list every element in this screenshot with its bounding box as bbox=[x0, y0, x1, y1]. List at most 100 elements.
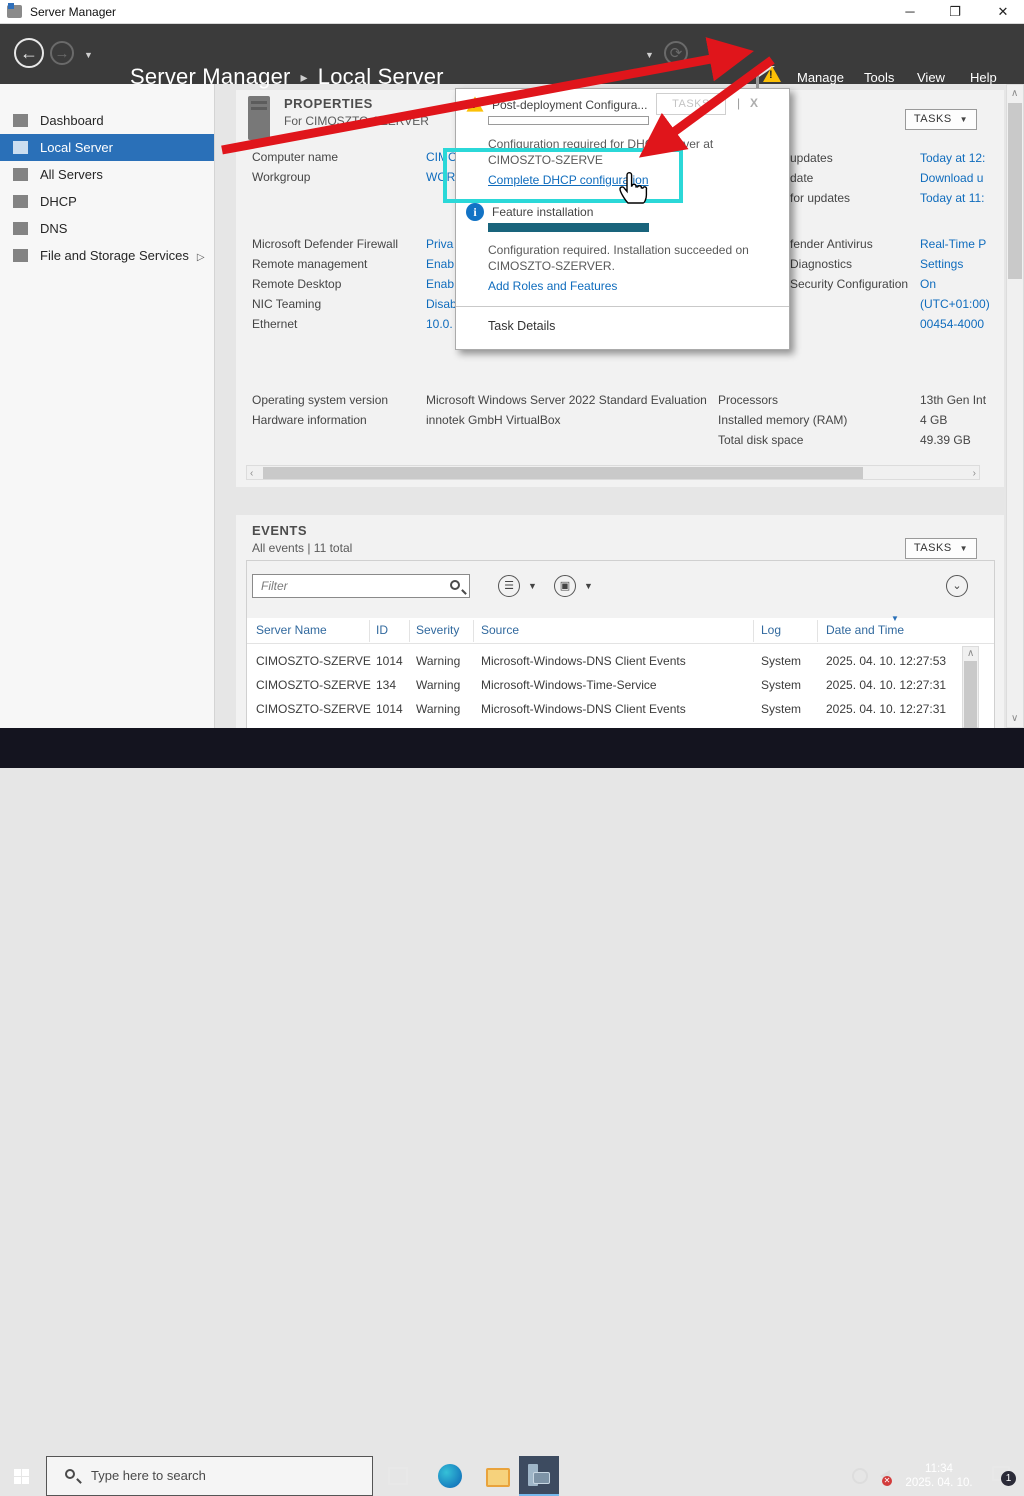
history-dropdown-icon[interactable]: ▼ bbox=[84, 50, 93, 60]
restore-button[interactable]: ❐ bbox=[940, 2, 970, 22]
column-header-id[interactable]: ID bbox=[376, 623, 388, 637]
close-button[interactable]: ✕ bbox=[988, 2, 1018, 22]
window-vscrollbar-thumb[interactable] bbox=[1008, 103, 1022, 279]
network-globe-icon[interactable] bbox=[852, 1468, 868, 1484]
property-value[interactable]: (UTC+01:00) bbox=[920, 297, 990, 311]
warning-icon bbox=[466, 96, 484, 112]
vscrollbar-thumb[interactable] bbox=[964, 661, 977, 728]
feature-progress-bar bbox=[488, 223, 649, 232]
hscrollbar-thumb[interactable] bbox=[263, 467, 863, 479]
property-label: date bbox=[790, 171, 814, 185]
column-header-source[interactable]: Source bbox=[481, 623, 519, 637]
property-value[interactable]: Today at 12: bbox=[920, 151, 985, 165]
events-tasks-button[interactable]: TASKS ▼ bbox=[905, 538, 977, 559]
scroll-left-icon[interactable]: ‹ bbox=[250, 468, 253, 479]
sidebar-item-dashboard[interactable]: Dashboard bbox=[0, 107, 214, 134]
expand-icon[interactable]: ▷ bbox=[197, 252, 205, 263]
cell: 1014 bbox=[376, 702, 403, 716]
chevron-down-icon[interactable]: ▼ bbox=[584, 581, 593, 591]
task-details-link[interactable]: Task Details bbox=[488, 319, 555, 333]
server-manager-app-icon bbox=[7, 3, 22, 18]
menu-tools[interactable]: Tools bbox=[864, 70, 894, 85]
search-icon[interactable] bbox=[450, 580, 460, 590]
property-label: Installed memory (RAM) bbox=[718, 413, 848, 427]
cell: 1014 bbox=[376, 654, 403, 668]
property-value[interactable]: Enab bbox=[426, 277, 454, 291]
scroll-up-icon[interactable]: ∧ bbox=[1011, 88, 1018, 99]
property-value[interactable]: Settings bbox=[920, 257, 963, 271]
taskbar-clock[interactable]: 11:34 2025. 04. 10. bbox=[900, 1462, 978, 1490]
column-separator bbox=[409, 620, 410, 642]
menu-help[interactable]: Help bbox=[970, 70, 997, 85]
menu-view[interactable]: View bbox=[917, 70, 945, 85]
chevron-down-icon: ▼ bbox=[959, 544, 969, 553]
collapse-section-icon[interactable]: ⌄ bbox=[946, 575, 968, 597]
property-value[interactable]: Enab bbox=[426, 257, 454, 271]
chevron-down-icon[interactable]: ▼ bbox=[528, 581, 537, 591]
column-header-server-name[interactable]: Server Name bbox=[256, 623, 327, 637]
sidebar-item-dns[interactable]: DNS bbox=[0, 215, 214, 242]
column-header-date-and-time[interactable]: Date and Time bbox=[826, 623, 904, 637]
sidebar-item-file-and-storage-services[interactable]: File and Storage Services ▷ bbox=[0, 242, 214, 269]
sidebar: Dashboard Local Server All Servers DHCP DNS F… bbox=[0, 84, 215, 728]
property-value: 49.39 GB bbox=[920, 433, 971, 447]
property-value[interactable]: Disab bbox=[426, 297, 457, 311]
property-label: for updates bbox=[790, 191, 851, 205]
cell: Warning bbox=[416, 654, 461, 668]
sidebar-item-label: File and Storage Services bbox=[40, 248, 189, 263]
table-row[interactable]: CIMOSZTO-SZERVE 134 Warning Microsoft-Windo… bbox=[247, 674, 994, 698]
column-separator bbox=[817, 620, 818, 642]
sidebar-item-local-server[interactable]: Local Server bbox=[0, 134, 214, 161]
property-value[interactable]: Real-Time P bbox=[920, 237, 986, 251]
column-header-log[interactable]: Log bbox=[761, 623, 781, 637]
property-label: Ethernet bbox=[252, 317, 298, 331]
popup-tasks-button[interactable]: TASKS bbox=[656, 93, 726, 115]
properties-hscrollbar[interactable]: ‹ › bbox=[246, 465, 980, 480]
property-value[interactable]: On bbox=[920, 277, 936, 291]
property-value[interactable]: Priva bbox=[426, 237, 453, 251]
table-row[interactable]: CIMOSZTO-SZERVE 1014 Warning Microsoft-Wind… bbox=[247, 650, 994, 674]
back-button[interactable]: ← bbox=[14, 38, 44, 68]
cell: System bbox=[761, 702, 802, 716]
property-value[interactable]: Download u bbox=[920, 171, 983, 185]
property-value[interactable]: 00454-4000 bbox=[920, 317, 984, 331]
minimize-button[interactable]: ─ bbox=[895, 2, 925, 22]
cell: System bbox=[761, 678, 802, 692]
events-vscrollbar[interactable]: ∧ bbox=[962, 646, 979, 728]
save-query-icon[interactable]: ▣ bbox=[554, 575, 576, 597]
properties-tasks-button[interactable]: TASKS ▼ bbox=[905, 109, 977, 130]
column-header-severity[interactable]: Severity bbox=[416, 623, 459, 637]
scroll-right-icon[interactable]: › bbox=[973, 468, 976, 479]
refresh-button[interactable]: ⟳ bbox=[664, 41, 688, 65]
edge-icon[interactable] bbox=[438, 1464, 462, 1488]
property-value[interactable]: Today at 11: bbox=[920, 191, 985, 205]
table-row[interactable]: CIMOSZTO-SZERVE 1014 Warning Microsoft-Wind… bbox=[247, 698, 994, 722]
scroll-down-icon[interactable]: ∨ bbox=[1011, 713, 1018, 724]
sidebar-item-dhcp[interactable]: DHCP bbox=[0, 188, 214, 215]
filter-list-icon[interactable]: ☰ bbox=[498, 575, 520, 597]
events-filter-input[interactable]: Filter bbox=[252, 574, 470, 598]
file-explorer-icon[interactable] bbox=[486, 1468, 510, 1487]
property-value: Microsoft Windows Server 2022 Standard E… bbox=[426, 393, 707, 407]
scope-dropdown-icon[interactable]: ▼ bbox=[645, 50, 654, 60]
menu-manage[interactable]: Manage bbox=[797, 70, 844, 85]
sidebar-item-label: DHCP bbox=[40, 194, 77, 209]
chevron-down-icon: ▼ bbox=[959, 115, 969, 124]
start-button[interactable] bbox=[14, 1469, 30, 1484]
server-manager-taskbar-button[interactable] bbox=[519, 1456, 559, 1496]
task-view-icon[interactable] bbox=[388, 1467, 408, 1485]
window-vscrollbar[interactable]: ∧ ∨ bbox=[1006, 84, 1024, 728]
sidebar-item-all-servers[interactable]: All Servers bbox=[0, 161, 214, 188]
action-center-icon[interactable]: 1 bbox=[992, 1466, 1016, 1486]
property-value[interactable]: 10.0. bbox=[426, 317, 453, 331]
properties-title: PROPERTIES bbox=[284, 96, 373, 111]
property-label: Operating system version bbox=[252, 393, 389, 407]
file-storage-icon bbox=[13, 249, 28, 262]
popup-close-icon[interactable]: X bbox=[750, 96, 758, 110]
speaker-muted-icon[interactable]: ✕ bbox=[880, 1470, 892, 1486]
forward-button[interactable]: → bbox=[50, 41, 74, 65]
scroll-up-icon[interactable]: ∧ bbox=[967, 648, 974, 659]
add-roles-and-features-link[interactable]: Add Roles and Features bbox=[488, 279, 617, 293]
taskbar-search-input[interactable]: Type here to search bbox=[46, 1456, 373, 1496]
property-label: Remote management bbox=[252, 257, 368, 271]
